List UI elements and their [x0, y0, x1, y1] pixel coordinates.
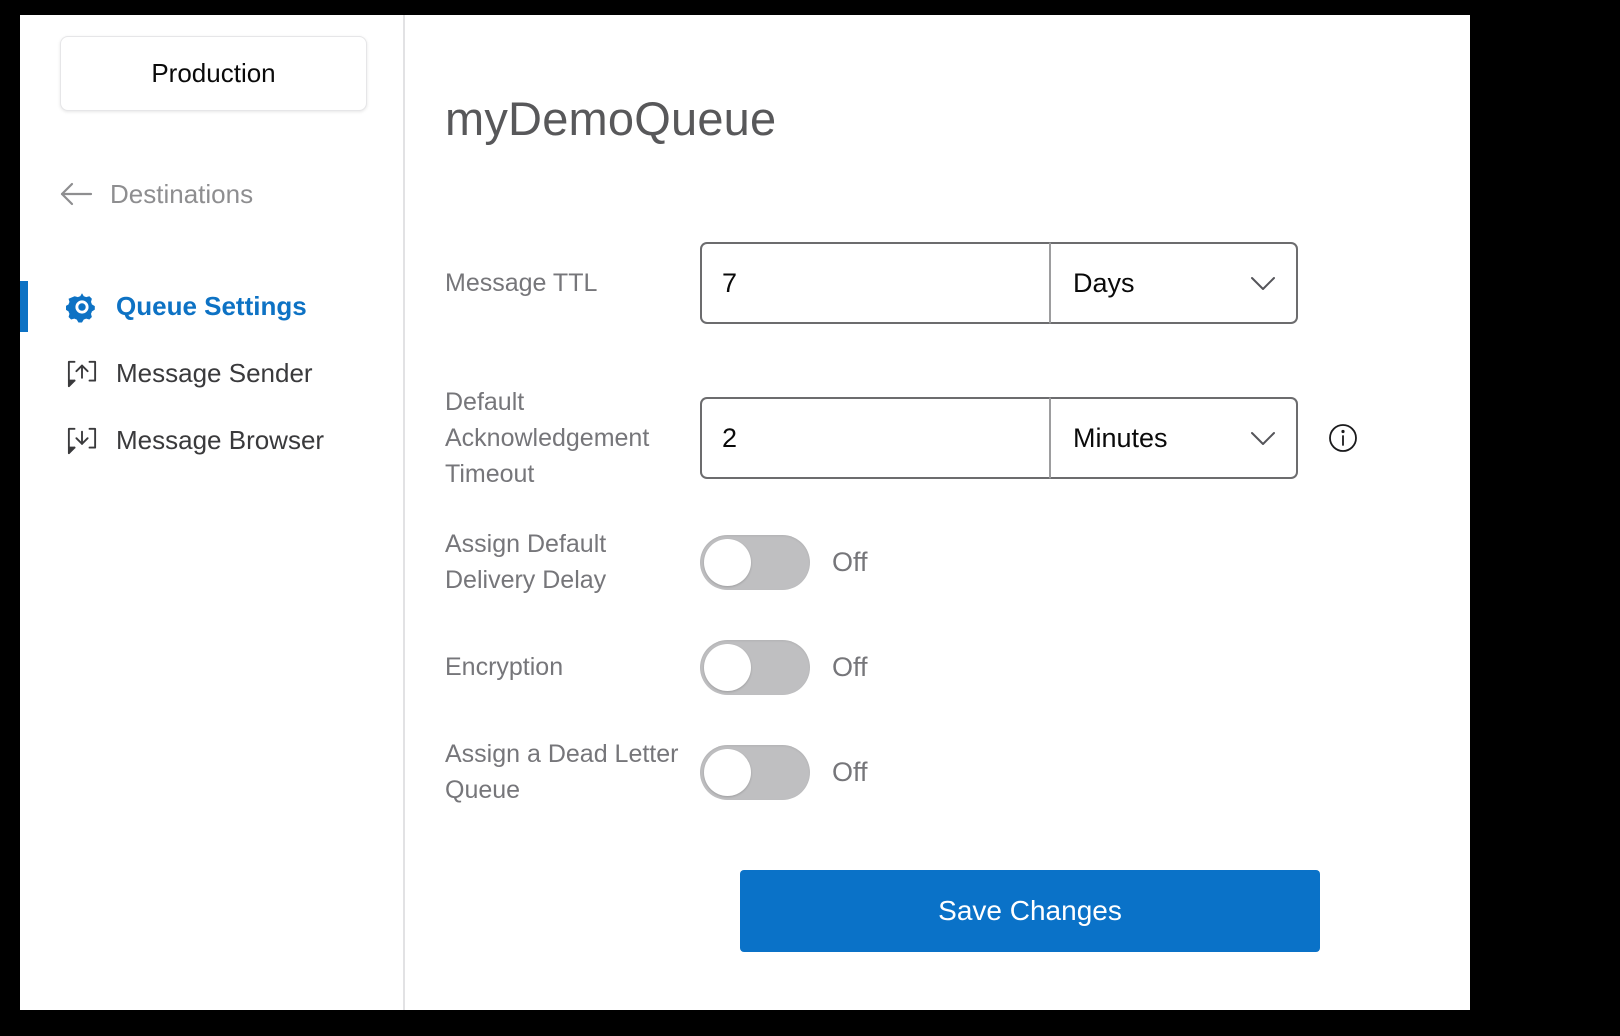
active-indicator-bar: [20, 348, 28, 399]
encryption-toggle[interactable]: [700, 640, 810, 695]
message-ttl-unit-value: Days: [1073, 268, 1248, 299]
chevron-down-icon: [1248, 272, 1278, 294]
ack-timeout-unit-value: Minutes: [1073, 423, 1248, 454]
environment-selector-button[interactable]: Production: [60, 36, 367, 111]
back-to-destinations-link[interactable]: Destinations: [60, 173, 253, 215]
delivery-delay-label: Assign Default Delivery Delay: [445, 526, 700, 598]
message-ttl-input[interactable]: [700, 242, 1050, 324]
active-indicator-bar: [20, 415, 28, 466]
message-ttl-label: Message TTL: [445, 265, 700, 301]
dead-letter-queue-state-label: Off: [832, 757, 868, 788]
ack-timeout-input[interactable]: [700, 397, 1050, 479]
encryption-state-label: Off: [832, 652, 868, 683]
chevron-down-icon: [1248, 427, 1278, 449]
dead-letter-queue-label: Assign a Dead Letter Queue: [445, 736, 700, 808]
active-indicator-bar: [20, 281, 28, 332]
queue-settings-form: Message TTL Days Default Acknowled: [405, 233, 1470, 806]
delivery-delay-state-label: Off: [832, 547, 868, 578]
dead-letter-queue-toggle[interactable]: [700, 745, 810, 800]
ack-timeout-unit-select[interactable]: Minutes: [1050, 397, 1298, 479]
environment-selector-label: Production: [151, 58, 275, 89]
dead-letter-queue-toggle-wrap: Off: [700, 745, 868, 800]
main-content: myDemoQueue Message TTL Days: [405, 15, 1470, 1010]
sidebar-item-message-sender[interactable]: Message Sender: [20, 340, 403, 407]
encryption-toggle-wrap: Off: [700, 640, 868, 695]
toggle-knob: [704, 644, 751, 691]
field-row-delivery-delay: Assign Default Delivery Delay Off: [405, 528, 1470, 596]
sidebar-item-label: Queue Settings: [116, 291, 307, 322]
app-window: Production Destinations: [20, 15, 1470, 1010]
gear-icon: [64, 290, 100, 324]
sidebar-nav: Queue Settings Message Sender: [20, 273, 403, 474]
message-ttl-unit-select[interactable]: Days: [1050, 242, 1298, 324]
sidebar: Production Destinations: [20, 15, 405, 1010]
sidebar-item-message-browser[interactable]: Message Browser: [20, 407, 403, 474]
encryption-label: Encryption: [445, 649, 700, 685]
message-ttl-input-group: Days: [700, 242, 1298, 324]
field-row-encryption: Encryption Off: [405, 633, 1470, 701]
toggle-knob: [704, 539, 751, 586]
info-circle-icon[interactable]: [1328, 423, 1358, 453]
field-row-dead-letter-queue: Assign a Dead Letter Queue Off: [405, 738, 1470, 806]
message-send-icon: [64, 357, 100, 391]
arrow-left-icon: [60, 179, 94, 209]
field-row-message-ttl: Message TTL Days: [405, 233, 1470, 333]
sidebar-item-queue-settings[interactable]: Queue Settings: [20, 273, 403, 340]
delivery-delay-toggle-wrap: Off: [700, 535, 868, 590]
sidebar-item-label: Message Browser: [116, 425, 324, 456]
ack-timeout-label: Default Acknowledgement Timeout: [445, 384, 700, 492]
field-row-ack-timeout: Default Acknowledgement Timeout Minutes: [405, 388, 1470, 488]
save-changes-button[interactable]: Save Changes: [740, 870, 1320, 952]
delivery-delay-toggle[interactable]: [700, 535, 810, 590]
page-title: myDemoQueue: [445, 91, 776, 146]
toggle-knob: [704, 749, 751, 796]
sidebar-item-label: Message Sender: [116, 358, 313, 389]
save-row: Save Changes: [405, 870, 1320, 952]
message-receive-icon: [64, 424, 100, 458]
back-link-label: Destinations: [110, 179, 253, 210]
ack-timeout-input-group: Minutes: [700, 397, 1298, 479]
